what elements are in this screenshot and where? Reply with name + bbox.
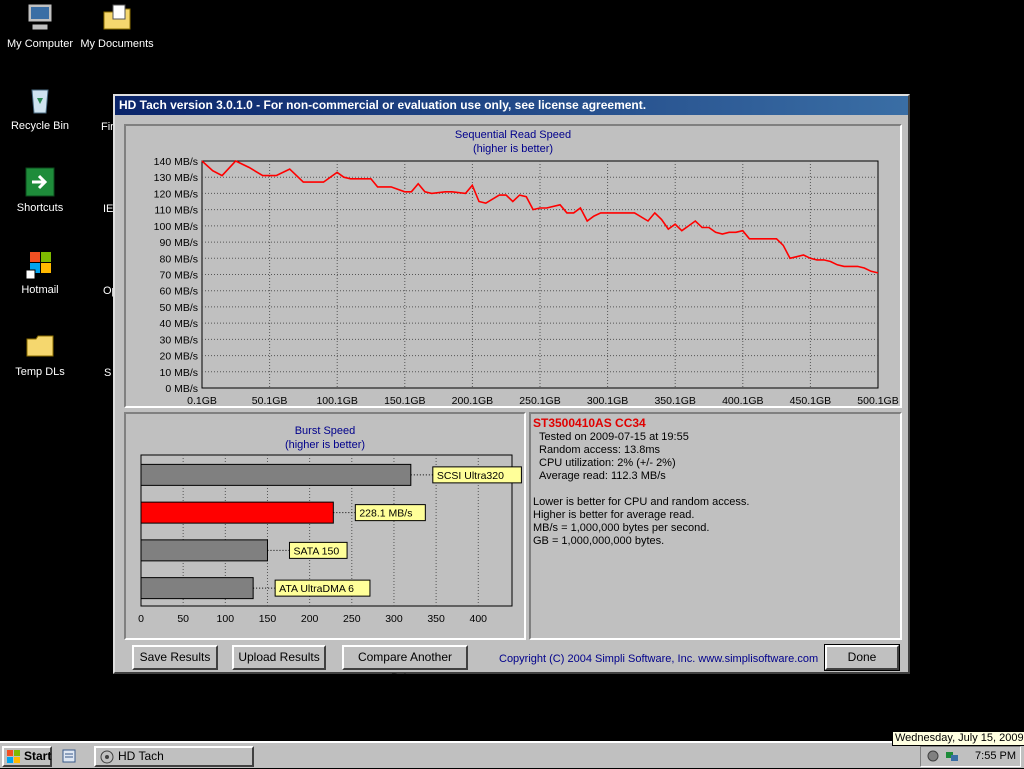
desktop-icon-my-computer[interactable]: My Computer <box>0 2 80 51</box>
copyright-text: Copyright (C) 2004 Simpli Software, Inc.… <box>499 653 819 665</box>
read-y-tick-label: 100 MB/s <box>154 221 198 233</box>
read-x-tick-label: 500.1GB <box>857 395 898 406</box>
burst-bar <box>140 501 334 524</box>
read-speed-chart: 0 MB/s 10 MB/s 20 MB/s 30 MB/s 40 MB/s 50 MB/… <box>154 156 899 406</box>
taskbar-item-label: HD Tach <box>118 749 164 763</box>
windows-logo-icon <box>7 750 21 763</box>
desktop-icon-label: Shortcuts <box>16 202 64 214</box>
info-average-read: Average read: 112.3 MB/s <box>539 470 666 482</box>
burst-x-tick-label: 350 <box>427 613 445 625</box>
burst-x-tick-label: 250 <box>343 613 361 625</box>
read-chart-panel: Sequential Read Speed (higher is better)… <box>124 124 902 408</box>
read-x-tick-label: 150.1GB <box>384 395 425 406</box>
info-note-higher: Higher is better for average read. <box>533 509 695 521</box>
info-tested-on: Tested on 2009-07-15 at 19:55 <box>539 431 689 443</box>
burst-x-tick-label: 200 <box>301 613 319 625</box>
partial-icon-label[interactable]: S <box>104 367 111 379</box>
info-panel: ST3500410AS CC34 Tested on 2009-07-15 at… <box>529 412 902 640</box>
recycle-bin-icon <box>24 84 56 116</box>
windows-flag-icon <box>24 248 56 280</box>
desktop-icon-temp-dls[interactable]: Temp DLs <box>0 330 80 379</box>
start-label: Start <box>24 749 52 763</box>
burst-x-tick-label: 400 <box>470 613 488 625</box>
info-cpu-utilization: CPU utilization: 2% (+/- 2%) <box>539 457 676 469</box>
read-y-tick-label: 90 MB/s <box>159 237 198 249</box>
burst-bar-label: 228.1 MB/s <box>359 508 412 520</box>
folder-icon <box>24 330 56 362</box>
read-x-tick-label: 200.1GB <box>452 395 493 406</box>
system-tray: 7:55 PM <box>920 746 1021 767</box>
read-y-tick-label: 30 MB/s <box>159 334 198 346</box>
burst-x-tick-label: 300 <box>385 613 403 625</box>
read-x-tick-label: 400.1GB <box>722 395 763 406</box>
desktop-icon-recycle-bin[interactable]: Recycle Bin <box>0 84 80 133</box>
info-note-gb: GB = 1,000,000,000 bytes. <box>533 535 665 547</box>
green-arrow-icon <box>24 166 56 198</box>
drive-model: ST3500410AS CC34 <box>533 416 646 430</box>
save-results-button[interactable]: Save Results <box>132 645 218 670</box>
read-y-tick-label: 80 MB/s <box>159 253 198 265</box>
read-x-tick-label: 0.1GB <box>187 395 217 406</box>
tray-shield-icon[interactable] <box>927 750 939 762</box>
burst-x-tick-label: 50 <box>177 613 189 625</box>
taskbar-item-hdtach[interactable]: HD Tach <box>94 746 254 767</box>
computer-icon <box>24 2 56 34</box>
read-y-tick-label: 50 MB/s <box>159 302 198 314</box>
read-y-tick-label: 140 MB/s <box>154 156 198 168</box>
burst-bar <box>140 539 268 562</box>
read-x-tick-label: 300.1GB <box>587 395 628 406</box>
info-note-mbs: MB/s = 1,000,000 bytes per second. <box>533 522 710 534</box>
desktop-icon-shortcuts[interactable]: Shortcuts <box>0 166 80 215</box>
desktop-icon-my-documents[interactable]: My Documents <box>77 2 157 51</box>
read-y-tick-label: 20 MB/s <box>159 351 198 363</box>
quick-launch-icon[interactable] <box>62 749 76 763</box>
read-x-tick-label: 350.1GB <box>654 395 695 406</box>
start-button[interactable]: Start <box>2 746 52 767</box>
burst-speed-chart: 0 50 100 150 200 250 300 350 400 SCSI Ultra320 228… <box>138 454 522 625</box>
tray-network-icon[interactable] <box>945 750 959 762</box>
read-x-tick-label: 450.1GB <box>790 395 831 406</box>
done-button[interactable]: Done <box>824 644 900 671</box>
desktop-icon-hotmail[interactable]: Hotmail <box>0 248 80 297</box>
date-tooltip: Wednesday, July 15, 2009 <box>892 731 1024 746</box>
burst-bar-label: SCSI Ultra320 <box>437 470 504 482</box>
read-y-tick-label: 60 MB/s <box>159 286 198 298</box>
upload-results-button[interactable]: Upload Results <box>232 645 326 670</box>
burst-x-tick-label: 100 <box>217 613 235 625</box>
compare-another-drive-button[interactable]: Compare Another Drive <box>342 645 468 685</box>
disk-icon <box>100 750 114 764</box>
read-x-tick-label: 250.1GB <box>519 395 560 406</box>
partial-icon-label[interactable]: IE <box>103 203 113 215</box>
taskbar: Start HD Tach 7:55 PM <box>0 741 1024 768</box>
read-y-tick-label: 10 MB/s <box>159 367 198 379</box>
read-x-tick-label: 50.1GB <box>252 395 288 406</box>
hdtach-window: HD Tach version 3.0.1.0 - For non-commer… <box>113 94 910 685</box>
burst-x-tick-label: 0 <box>138 613 144 625</box>
burst-bar-label: ATA UltraDMA 6 <box>279 583 354 595</box>
partial-icon-label[interactable]: Fir <box>101 121 114 133</box>
read-y-tick-label: 40 MB/s <box>159 318 198 330</box>
desktop-icon-label: My Computer <box>6 38 74 50</box>
desktop-icon-label: Recycle Bin <box>10 120 70 132</box>
read-y-tick-label: 130 MB/s <box>154 172 198 184</box>
read-y-tick-label: 70 MB/s <box>159 270 198 282</box>
burst-bar-label: SATA 150 <box>293 545 339 557</box>
read-x-tick-label: 100.1GB <box>316 395 357 406</box>
desktop-icon-label: Temp DLs <box>15 366 65 378</box>
info-note-lower: Lower is better for CPU and random acces… <box>533 496 750 508</box>
folder-documents-icon <box>101 2 133 34</box>
burst-x-tick-label: 150 <box>259 613 277 625</box>
read-y-tick-label: 110 MB/s <box>154 205 198 217</box>
read-y-tick-label: 0 MB/s <box>165 383 198 395</box>
read-y-tick-label: 120 MB/s <box>154 188 198 200</box>
burst-chart-panel: Burst Speed (higher is better) 0 50 100 150… <box>124 412 526 640</box>
info-random-access: Random access: 13.8ms <box>539 444 661 456</box>
desktop-icon-label: Hotmail <box>21 284 59 296</box>
desktop-icon-label: My Documents <box>80 38 154 50</box>
window-title[interactable]: HD Tach version 3.0.1.0 - For non-commer… <box>115 96 908 115</box>
burst-bar <box>140 577 254 600</box>
burst-bar <box>140 463 412 486</box>
clock[interactable]: 7:55 PM <box>975 750 1016 762</box>
